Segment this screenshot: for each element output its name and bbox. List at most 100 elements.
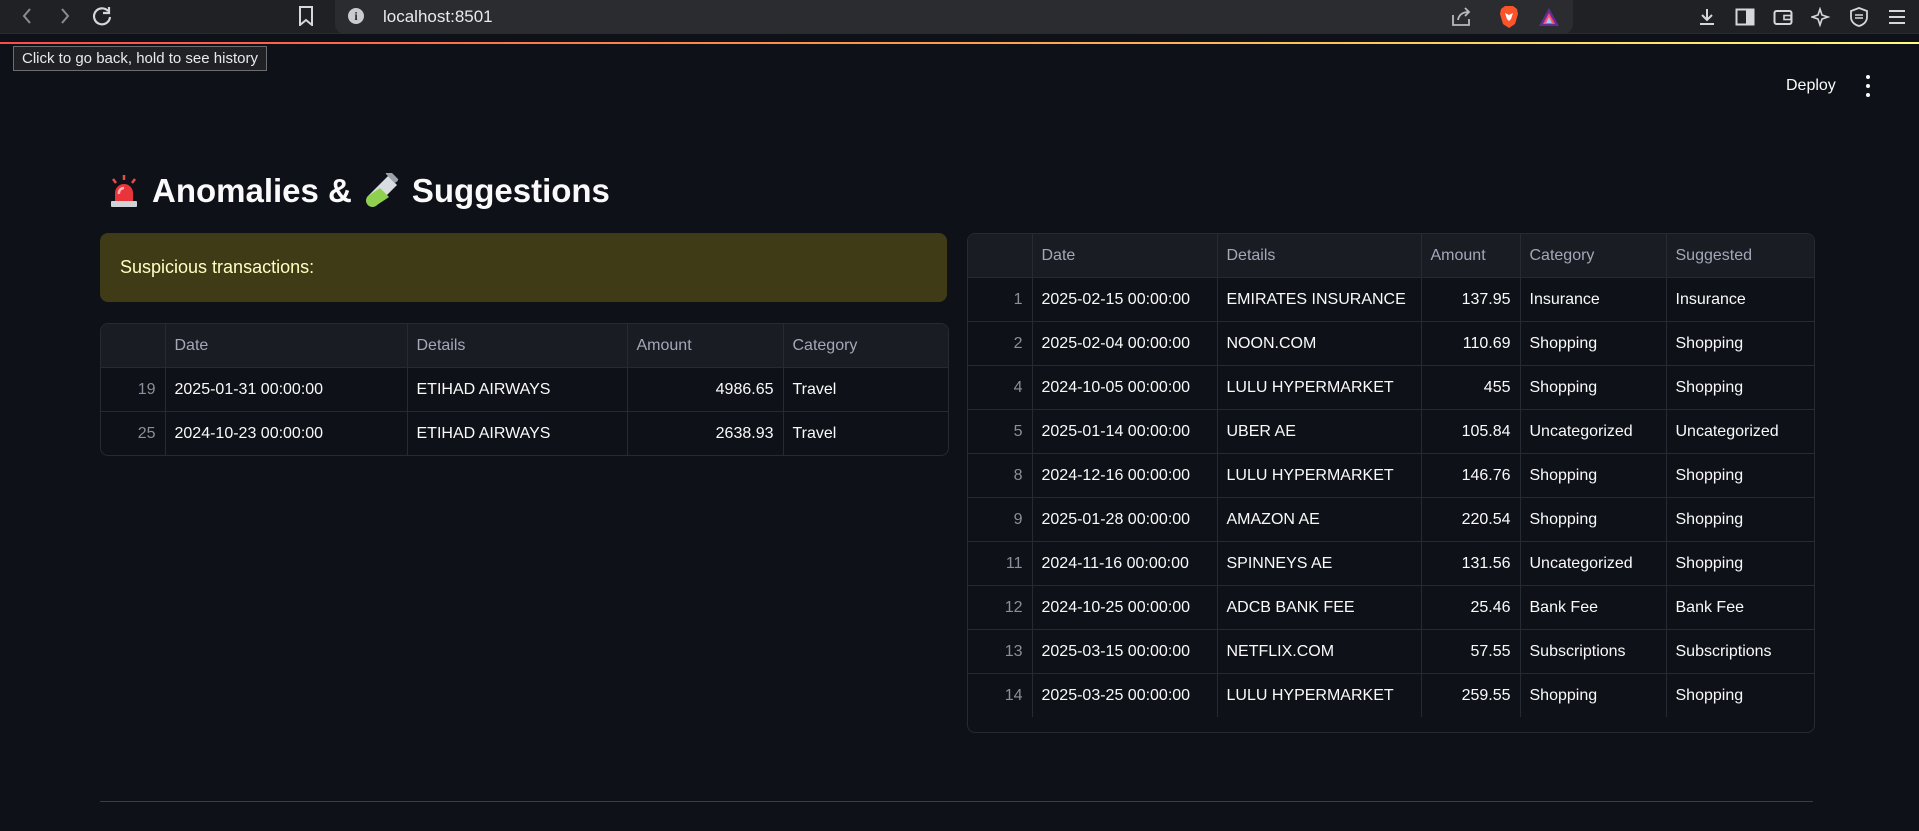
table-cell[interactable]: Shopping <box>1666 453 1814 498</box>
row-index-cell[interactable]: 13 <box>968 629 1033 674</box>
table-cell[interactable]: ETIHAD AIRWAYS <box>407 411 628 455</box>
forward-icon[interactable] <box>52 4 78 28</box>
brave-shield-icon[interactable] <box>1498 5 1520 29</box>
table-cell[interactable]: UBER AE <box>1217 409 1422 454</box>
table-cell[interactable]: Shopping <box>1520 321 1667 366</box>
table-cell[interactable]: 2025-03-25 00:00:00 <box>1032 673 1218 717</box>
table-cell[interactable]: 259.55 <box>1421 673 1521 717</box>
table-cell[interactable]: 220.54 <box>1421 497 1521 542</box>
table-cell[interactable]: Insurance <box>1520 277 1667 322</box>
table-cell[interactable]: Shopping <box>1666 674 1814 718</box>
wallet-icon[interactable] <box>1771 5 1795 29</box>
column-header[interactable] <box>101 324 166 368</box>
table-cell[interactable]: 146.76 <box>1421 453 1521 498</box>
row-index-cell[interactable]: 5 <box>968 409 1033 454</box>
table-cell[interactable]: 2025-01-31 00:00:00 <box>165 367 408 412</box>
table-cell[interactable]: Subscriptions <box>1520 629 1667 674</box>
table-row[interactable]: 4 2024-10-05 00:00:00 LULU HYPERMARKET 455 S… <box>968 365 1814 410</box>
table-cell[interactable]: LULU HYPERMARKET <box>1217 365 1422 410</box>
column-header[interactable]: Category <box>1520 234 1667 278</box>
url-text[interactable]: localhost:8501 <box>383 7 493 27</box>
table-row[interactable]: 2 2025-02-04 00:00:00 NOON.COM 110.69 Shoppi… <box>968 321 1814 366</box>
share-icon[interactable] <box>1450 6 1472 28</box>
table-cell[interactable]: Uncategorized <box>1520 541 1667 586</box>
table-cell[interactable]: 455 <box>1421 365 1521 410</box>
info-icon[interactable]: i <box>348 8 364 24</box>
table-row[interactable]: 14 2025-03-25 00:00:00 LULU HYPERMARKET 259… <box>968 673 1814 718</box>
column-header[interactable]: Suggested <box>1666 234 1814 278</box>
table-cell[interactable]: Shopping <box>1666 365 1814 410</box>
column-header[interactable]: Amount <box>1421 234 1521 278</box>
table-cell[interactable]: SPINNEYS AE <box>1217 541 1422 586</box>
column-header[interactable]: Details <box>1217 234 1422 278</box>
table-cell[interactable]: Shopping <box>1666 497 1814 542</box>
table-row[interactable]: 1 2025-02-15 00:00:00 EMIRATES INSURANCE 13… <box>968 277 1814 322</box>
table-cell[interactable]: 25.46 <box>1421 585 1521 630</box>
table-cell[interactable]: Shopping <box>1520 453 1667 498</box>
table-cell[interactable]: LULU HYPERMARKET <box>1217 453 1422 498</box>
table-row[interactable]: 11 2024-11-16 00:00:00 SPINNEYS AE 131.56 Un… <box>968 541 1814 586</box>
table-cell[interactable]: 2025-01-28 00:00:00 <box>1032 497 1218 542</box>
table-cell[interactable]: 2025-02-04 00:00:00 <box>1032 321 1218 366</box>
suggestions-table[interactable]: Date Details Amount Category Suggested 1 2025… <box>967 233 1815 733</box>
download-icon[interactable] <box>1695 5 1719 29</box>
table-cell[interactable]: Travel <box>783 412 948 456</box>
table-cell[interactable]: 2025-01-14 00:00:00 <box>1032 409 1218 454</box>
table-row[interactable]: 19 2025-01-31 00:00:00 ETIHAD AIRWAYS 4986.… <box>101 367 948 412</box>
row-index-cell[interactable]: 11 <box>968 541 1033 586</box>
column-header[interactable]: Date <box>1032 234 1218 278</box>
row-index-cell[interactable]: 12 <box>968 585 1033 630</box>
table-cell[interactable]: 2024-11-16 00:00:00 <box>1032 541 1218 586</box>
table-cell[interactable]: ADCB BANK FEE <box>1217 585 1422 630</box>
table-cell[interactable]: Shopping <box>1520 497 1667 542</box>
table-cell[interactable]: 57.55 <box>1421 629 1521 674</box>
table-cell[interactable]: NETFLIX.COM <box>1217 629 1422 674</box>
vpn-icon[interactable] <box>1847 5 1871 29</box>
table-cell[interactable]: 2025-02-15 00:00:00 <box>1032 277 1218 322</box>
column-header[interactable] <box>968 234 1033 278</box>
row-index-cell[interactable]: 2 <box>968 321 1033 366</box>
table-cell[interactable]: AMAZON AE <box>1217 497 1422 542</box>
table-cell[interactable]: Shopping <box>1666 541 1814 586</box>
table-cell[interactable]: 2024-12-16 00:00:00 <box>1032 453 1218 498</box>
column-header[interactable]: Details <box>407 324 628 368</box>
table-cell[interactable]: Subscriptions <box>1666 629 1814 674</box>
column-header[interactable]: Category <box>783 324 948 368</box>
table-cell[interactable]: Uncategorized <box>1666 409 1814 454</box>
table-cell[interactable]: Travel <box>783 367 948 412</box>
anomalies-table[interactable]: Date Details Amount Category 19 2025-01-31 0… <box>100 323 949 456</box>
table-cell[interactable]: 2024-10-05 00:00:00 <box>1032 365 1218 410</box>
table-cell[interactable]: LULU HYPERMARKET <box>1217 673 1422 717</box>
row-index-cell[interactable]: 9 <box>968 497 1033 542</box>
column-header[interactable]: Date <box>165 324 408 368</box>
table-row[interactable]: 13 2025-03-15 00:00:00 NETFLIX.COM 57.55 Sub… <box>968 629 1814 674</box>
table-cell[interactable]: 2024-10-25 00:00:00 <box>1032 585 1218 630</box>
row-index-cell[interactable]: 1 <box>968 277 1033 322</box>
table-cell[interactable]: 105.84 <box>1421 409 1521 454</box>
row-index-cell[interactable]: 19 <box>101 367 166 412</box>
table-cell[interactable]: 2025-03-15 00:00:00 <box>1032 629 1218 674</box>
back-icon[interactable] <box>14 4 40 28</box>
table-cell[interactable]: 137.95 <box>1421 277 1521 322</box>
table-cell[interactable]: 2638.93 <box>627 411 784 455</box>
table-cell[interactable]: 131.56 <box>1421 541 1521 586</box>
table-cell[interactable]: Shopping <box>1520 673 1667 717</box>
table-cell[interactable]: 110.69 <box>1421 321 1521 366</box>
table-cell[interactable]: Shopping <box>1666 321 1814 366</box>
table-cell[interactable]: NOON.COM <box>1217 321 1422 366</box>
main-menu-icon[interactable] <box>1863 75 1873 97</box>
table-row[interactable]: 8 2024-12-16 00:00:00 LULU HYPERMARKET 146.… <box>968 453 1814 498</box>
menu-icon[interactable] <box>1885 5 1909 29</box>
table-row[interactable]: 5 2025-01-14 00:00:00 UBER AE 105.84 Uncateg… <box>968 409 1814 454</box>
deploy-button[interactable]: Deploy <box>1786 77 1836 95</box>
sidebar-icon[interactable] <box>1733 5 1757 29</box>
table-row[interactable]: 12 2024-10-25 00:00:00 ADCB BANK FEE 25.46 B… <box>968 585 1814 630</box>
table-row[interactable]: 9 2025-01-28 00:00:00 AMAZON AE 220.54 Shopp… <box>968 497 1814 542</box>
table-cell[interactable]: Bank Fee <box>1520 585 1667 630</box>
table-cell[interactable]: 2024-10-23 00:00:00 <box>165 411 408 455</box>
table-cell[interactable]: 4986.65 <box>627 367 784 412</box>
bookmark-icon[interactable] <box>293 4 319 28</box>
row-index-cell[interactable]: 4 <box>968 365 1033 410</box>
leo-ai-icon[interactable] <box>1809 5 1833 29</box>
row-index-cell[interactable]: 25 <box>101 411 166 455</box>
